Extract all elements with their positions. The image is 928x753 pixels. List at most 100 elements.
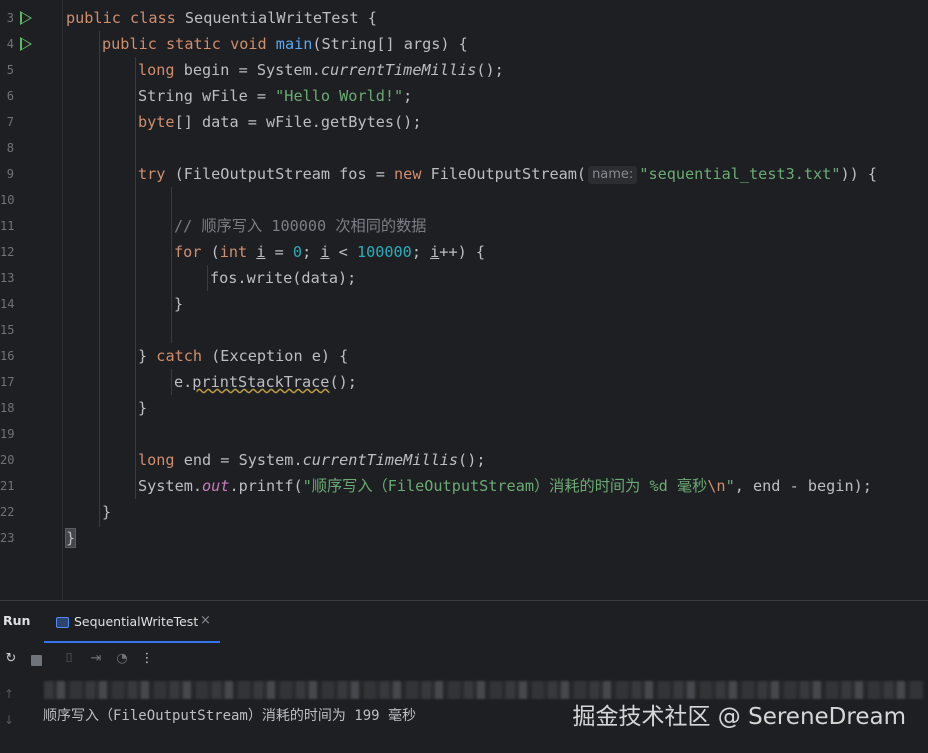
run-class-icon[interactable] xyxy=(20,11,32,25)
camera-icon[interactable]: ⌷ xyxy=(61,651,77,667)
line-number-gutter: 3 4 5 6 7 8 9 10 11 12 13 14 15 16 17 18… xyxy=(0,0,62,600)
code-text: FileOutputStream( xyxy=(421,165,587,183)
line-number: 10 xyxy=(0,193,15,207)
console-output-area[interactable]: ↑ ↓ 顺序写入（FileOutputStream）消耗的时间为 199 毫秒 … xyxy=(0,673,928,753)
keyword: int xyxy=(219,243,248,261)
code-text: ( xyxy=(201,243,220,261)
gutter-divider xyxy=(62,0,63,600)
number-literal: 0 xyxy=(292,243,303,261)
code-text: e. xyxy=(174,373,193,391)
code-line-4: public static void main(String[] args) { xyxy=(102,31,468,57)
code-text: } xyxy=(102,503,112,521)
matched-brace: } xyxy=(64,528,77,548)
keyword: static xyxy=(166,35,221,53)
console-icon xyxy=(56,617,69,628)
number-literal: 100000 xyxy=(356,243,412,261)
run-panel-title: Run xyxy=(3,613,31,628)
code-editor[interactable]: 3 4 5 6 7 8 9 10 11 12 13 14 15 16 17 18… xyxy=(0,0,928,600)
run-config-tab[interactable]: SequentialWriteTest × xyxy=(44,601,220,643)
line-number: 9 xyxy=(6,167,14,181)
code-line-12: for (int i = 0; i < 100000; i++) { xyxy=(174,239,485,265)
console-output-line: 顺序写入（FileOutputStream）消耗的时间为 199 毫秒 xyxy=(43,708,417,724)
line-number: 16 xyxy=(0,349,15,363)
keyword: for xyxy=(174,243,202,261)
keyword: try xyxy=(138,165,166,183)
exit-icon[interactable]: ⇥ xyxy=(88,651,104,667)
code-text: ++) { xyxy=(439,243,486,261)
code-text: } xyxy=(138,347,157,365)
indent-guide xyxy=(135,57,136,499)
code-line-13: fos.write(data); xyxy=(210,265,356,291)
static-field: out xyxy=(202,477,230,495)
code-text: (String[] args) { xyxy=(312,35,468,53)
rerun-icon[interactable]: ↻ xyxy=(3,651,19,667)
line-number: 17 xyxy=(0,375,15,389)
code-line-21: System.out.printf("顺序写入（FileOutputStream… xyxy=(138,473,872,499)
line-number: 14 xyxy=(0,297,15,311)
code-text: (); xyxy=(476,61,504,79)
line-number: 19 xyxy=(0,427,15,441)
string-literal: "顺序写入（FileOutputStream）消耗的时间为 %d 毫秒 xyxy=(302,477,708,495)
code-text: end = System. xyxy=(174,451,303,469)
code-line-11: // 顺序写入 100000 次相同的数据 xyxy=(174,213,426,239)
code-text: (Exception e) { xyxy=(202,347,349,365)
run-toolbar: ↻ ⌷ ⇥ ◔ ⋮ xyxy=(0,643,928,673)
keyword: void xyxy=(230,35,267,53)
code-text: String wFile = xyxy=(138,87,276,105)
string-literal: "Hello World!" xyxy=(275,87,404,105)
code-text: = xyxy=(265,243,293,261)
static-method: currentTimeMillis xyxy=(320,61,477,79)
run-main-icon[interactable] xyxy=(20,37,32,51)
line-number: 11 xyxy=(0,219,15,233)
code-line-17: e.printStackTrace(); xyxy=(174,369,357,395)
keyword: long xyxy=(138,451,175,469)
console-gutter: ↑ ↓ xyxy=(0,673,22,753)
code-text: (); xyxy=(329,373,357,391)
line-number: 15 xyxy=(0,323,15,337)
line-number: 23 xyxy=(0,531,15,545)
line-number: 20 xyxy=(0,453,15,467)
gauge-icon[interactable]: ◔ xyxy=(114,651,130,667)
line-number: 6 xyxy=(6,89,14,103)
comment: // 顺序写入 100000 次相同的数据 xyxy=(174,217,427,235)
run-header: Run SequentialWriteTest × xyxy=(0,601,928,643)
code-line-14: } xyxy=(174,291,183,317)
scroll-down-icon[interactable]: ↓ xyxy=(4,713,14,727)
more-options-icon[interactable]: ⋮ xyxy=(139,651,155,667)
keyword: public xyxy=(102,35,157,53)
line-number: 8 xyxy=(6,141,14,155)
static-method: currentTimeMillis xyxy=(302,451,459,469)
line-number: 18 xyxy=(0,401,15,415)
code-line-18: } xyxy=(138,395,147,421)
code-text: begin = System. xyxy=(174,61,321,79)
loop-variable: i xyxy=(320,243,330,261)
scroll-up-icon[interactable]: ↑ xyxy=(4,687,14,701)
code-text: < xyxy=(329,243,357,261)
code-line-9: try (FileOutputStream fos = new FileOutp… xyxy=(138,161,877,187)
code-text: (); xyxy=(458,451,486,469)
keyword: catch xyxy=(156,347,203,365)
close-icon[interactable]: × xyxy=(200,613,211,628)
stop-icon[interactable] xyxy=(31,655,42,666)
code-text: ; xyxy=(411,243,431,261)
code-line-5: long begin = System.currentTimeMillis(); xyxy=(138,57,504,83)
code-text: ; xyxy=(403,87,413,105)
code-text: System. xyxy=(138,477,203,495)
line-number: 5 xyxy=(6,63,14,77)
run-tool-window: Run SequentialWriteTest × ↻ ⌷ ⇥ ◔ ⋮ ↑ ↓ … xyxy=(0,600,928,753)
code-text: ; xyxy=(302,243,321,261)
code-line-20: long end = System.currentTimeMillis(); xyxy=(138,447,485,473)
code-text: fos.write(data); xyxy=(210,269,357,287)
string-literal: "sequential_test3.txt" xyxy=(639,165,841,183)
keyword: public xyxy=(66,9,121,27)
code-text: (FileOutputStream fos = xyxy=(165,165,395,183)
indent-guide xyxy=(207,265,208,291)
loop-variable: i xyxy=(430,243,440,261)
code-line-23: } xyxy=(64,525,77,551)
line-number: 3 xyxy=(6,11,14,25)
code-line-6: String wFile = "Hello World!"; xyxy=(138,83,412,109)
code-text: .printf( xyxy=(229,477,303,495)
code-text: )) { xyxy=(840,165,878,183)
watermark: 掘金技术社区 @ SereneDream xyxy=(572,704,906,730)
warning-method: printStackTrace xyxy=(192,373,330,391)
